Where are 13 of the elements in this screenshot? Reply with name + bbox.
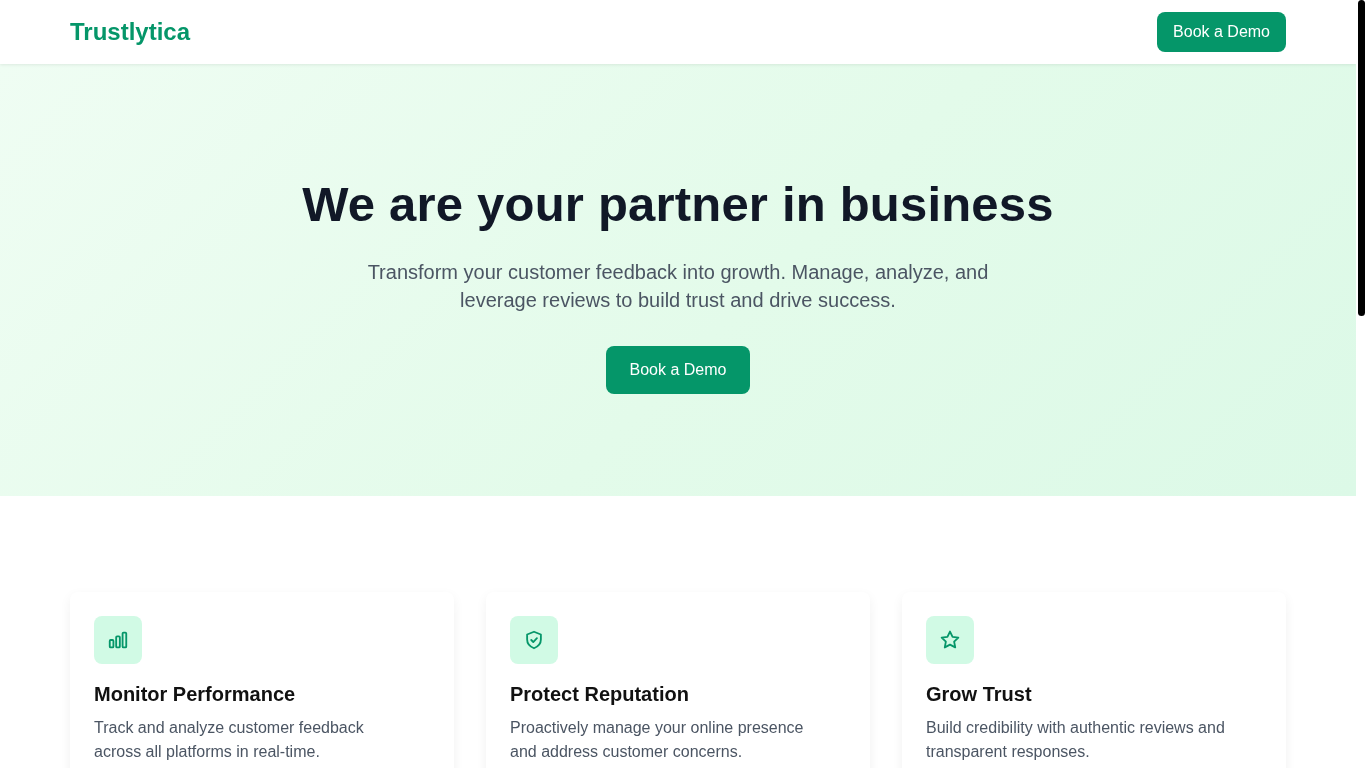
book-demo-button[interactable]: Book a Demo: [1157, 12, 1286, 52]
feature-title: Monitor Performance: [94, 682, 297, 707]
shield-check-icon: [510, 616, 558, 664]
bar-chart-icon: [94, 616, 142, 664]
hero-subtitle: Transform your customer feedback into growth. Manage, analyze, and leverage reviews to build trust and drive success.: [366, 260, 990, 313]
feature-title: Protect Reputation: [510, 682, 690, 707]
feature-description: Proactively manage your online presence and address customer concerns.: [510, 718, 805, 762]
logo-text[interactable]: Trustlytica: [70, 16, 191, 48]
feature-title: Grow Trust: [926, 682, 1033, 707]
hero-heading: We are your partner in business: [302, 176, 1054, 233]
feature-description: Build credibility with authentic reviews and transparent responses.: [926, 718, 1226, 762]
feature-description: Track and analyze customer feedback across all platforms in real-time.: [94, 718, 365, 762]
book-demo-button[interactable]: Book a Demo: [605, 346, 751, 394]
